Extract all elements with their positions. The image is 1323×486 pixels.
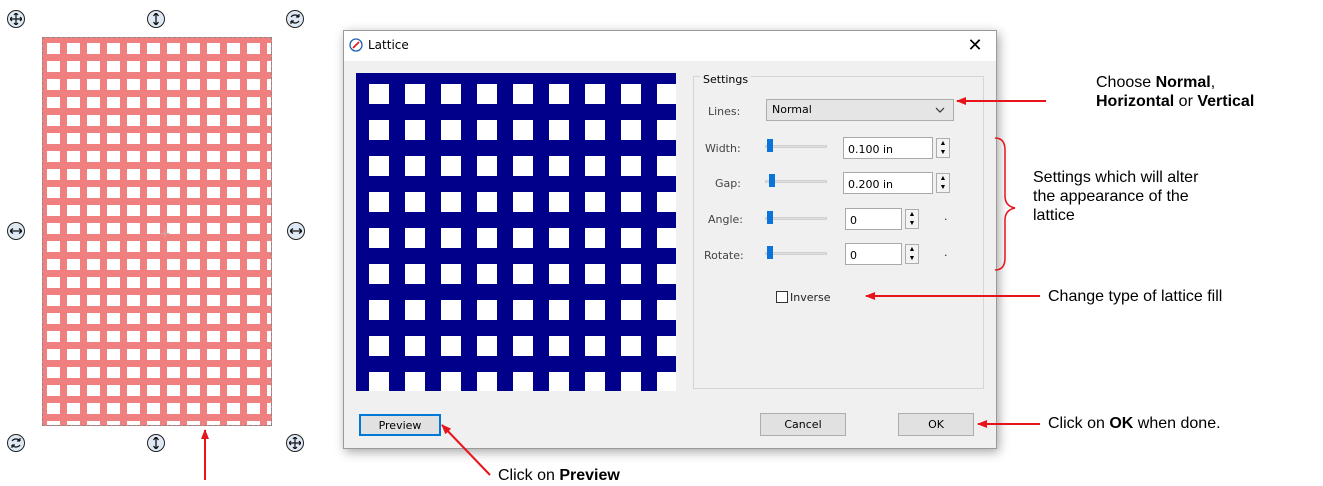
settings-brace: [994, 137, 1016, 271]
inverse-annotation: Change type of lattice fill: [1048, 288, 1223, 305]
settings-annotation: Settings which will alter the appearance…: [1033, 169, 1199, 224]
ok-annotation: Click on OK when done.: [1048, 415, 1221, 432]
lines-annotation: Choose Normal, Horizontal or Vertical: [1096, 74, 1255, 110]
preview-annotation-arrow: [441, 424, 491, 476]
preview-annotation: Click on Preview: [498, 467, 620, 484]
